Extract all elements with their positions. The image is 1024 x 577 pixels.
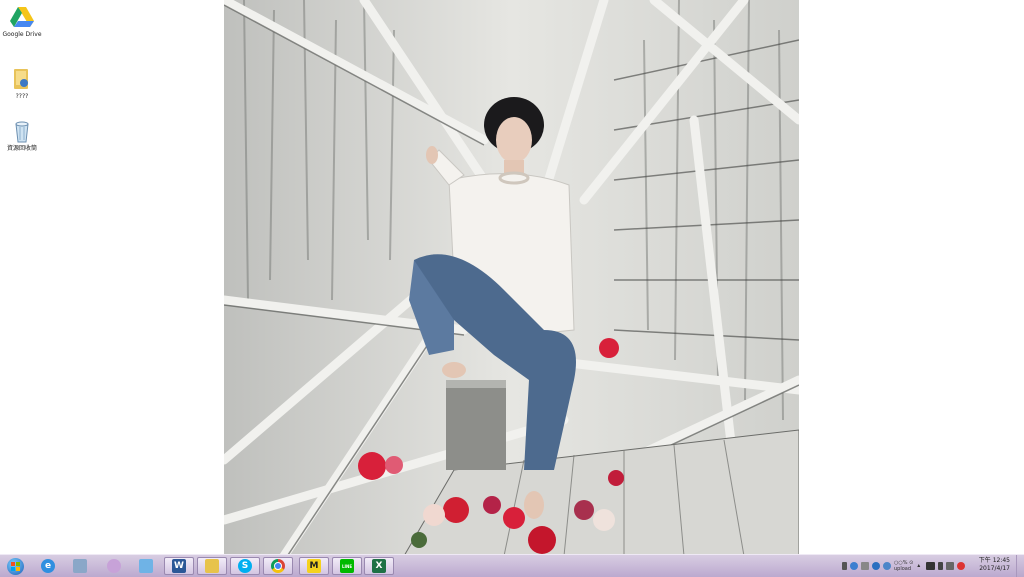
taskbar-paint[interactable]: [100, 557, 128, 575]
tray-display-icon[interactable]: [926, 562, 936, 570]
tray-speed-meter: ○○% ⊙ upload: [894, 560, 914, 572]
taskbar-folder[interactable]: [197, 557, 227, 575]
skype-icon: S: [238, 559, 252, 573]
taskbar-excel[interactable]: X: [364, 557, 394, 575]
show-desktop-button[interactable]: [1016, 555, 1024, 577]
taskbar-skype[interactable]: S: [230, 557, 260, 575]
taskbar-calculator[interactable]: [66, 557, 94, 575]
chrome-icon: [271, 559, 285, 573]
desktop-icon-recycle-bin[interactable]: 資源回收筒: [2, 118, 42, 152]
tray-flag-icon[interactable]: [938, 562, 944, 570]
clock-date: 2017/4/17: [979, 565, 1010, 572]
taskbar-internet-explorer[interactable]: e: [34, 557, 62, 575]
clock-time: 下午 12:45: [978, 557, 1010, 564]
taskbar: e W S M LINE X ○○% ⊙ upload ▴ 下午 12:45 2…: [0, 554, 1024, 577]
tray-app-icon[interactable]: [850, 562, 858, 570]
network-icon[interactable]: [946, 562, 955, 570]
desktop-icon-label: 資源回收筒: [6, 145, 37, 152]
windows-start-icon: [6, 557, 24, 575]
calculator-icon: [73, 559, 87, 573]
desktop-icon-user-folder[interactable]: ????: [2, 66, 42, 100]
malwarebytes-icon: M: [307, 559, 321, 573]
system-tray: ○○% ⊙ upload ▴: [842, 558, 968, 574]
taskbar-line[interactable]: LINE: [332, 557, 362, 575]
desktop-icon-label: Google Drive: [2, 31, 42, 38]
tray-network-icon[interactable]: [872, 562, 880, 570]
folder-icon: [205, 559, 219, 573]
taskbar-malwarebytes[interactable]: M: [299, 557, 329, 575]
excel-icon: X: [372, 559, 386, 573]
internet-explorer-icon: e: [41, 559, 55, 573]
start-button[interactable]: [2, 557, 28, 575]
user-folder-icon: [9, 66, 35, 92]
line-icon: LINE: [340, 559, 354, 573]
taskbar-word[interactable]: W: [164, 557, 194, 575]
desktop-wallpaper: [224, 0, 799, 556]
taskbar-notepad[interactable]: [132, 557, 160, 575]
google-drive-icon: [9, 4, 35, 30]
word-icon: W: [172, 559, 186, 573]
tray-help-icon[interactable]: [883, 562, 891, 570]
clock[interactable]: 下午 12:45 2017/4/17: [979, 557, 1010, 573]
notepad-icon: [139, 559, 153, 573]
input-method-icon[interactable]: [842, 562, 847, 570]
chevron-up-icon[interactable]: ▴: [917, 562, 923, 570]
paint-icon: [107, 559, 121, 573]
recycle-bin-icon: [9, 118, 35, 144]
desktop-icon-label: ????: [15, 93, 29, 100]
desktop-icon-google-drive[interactable]: Google Drive: [2, 4, 42, 38]
taskbar-chrome[interactable]: [263, 557, 293, 575]
volume-icon[interactable]: [957, 562, 966, 570]
tray-tool-icon[interactable]: [861, 562, 869, 570]
